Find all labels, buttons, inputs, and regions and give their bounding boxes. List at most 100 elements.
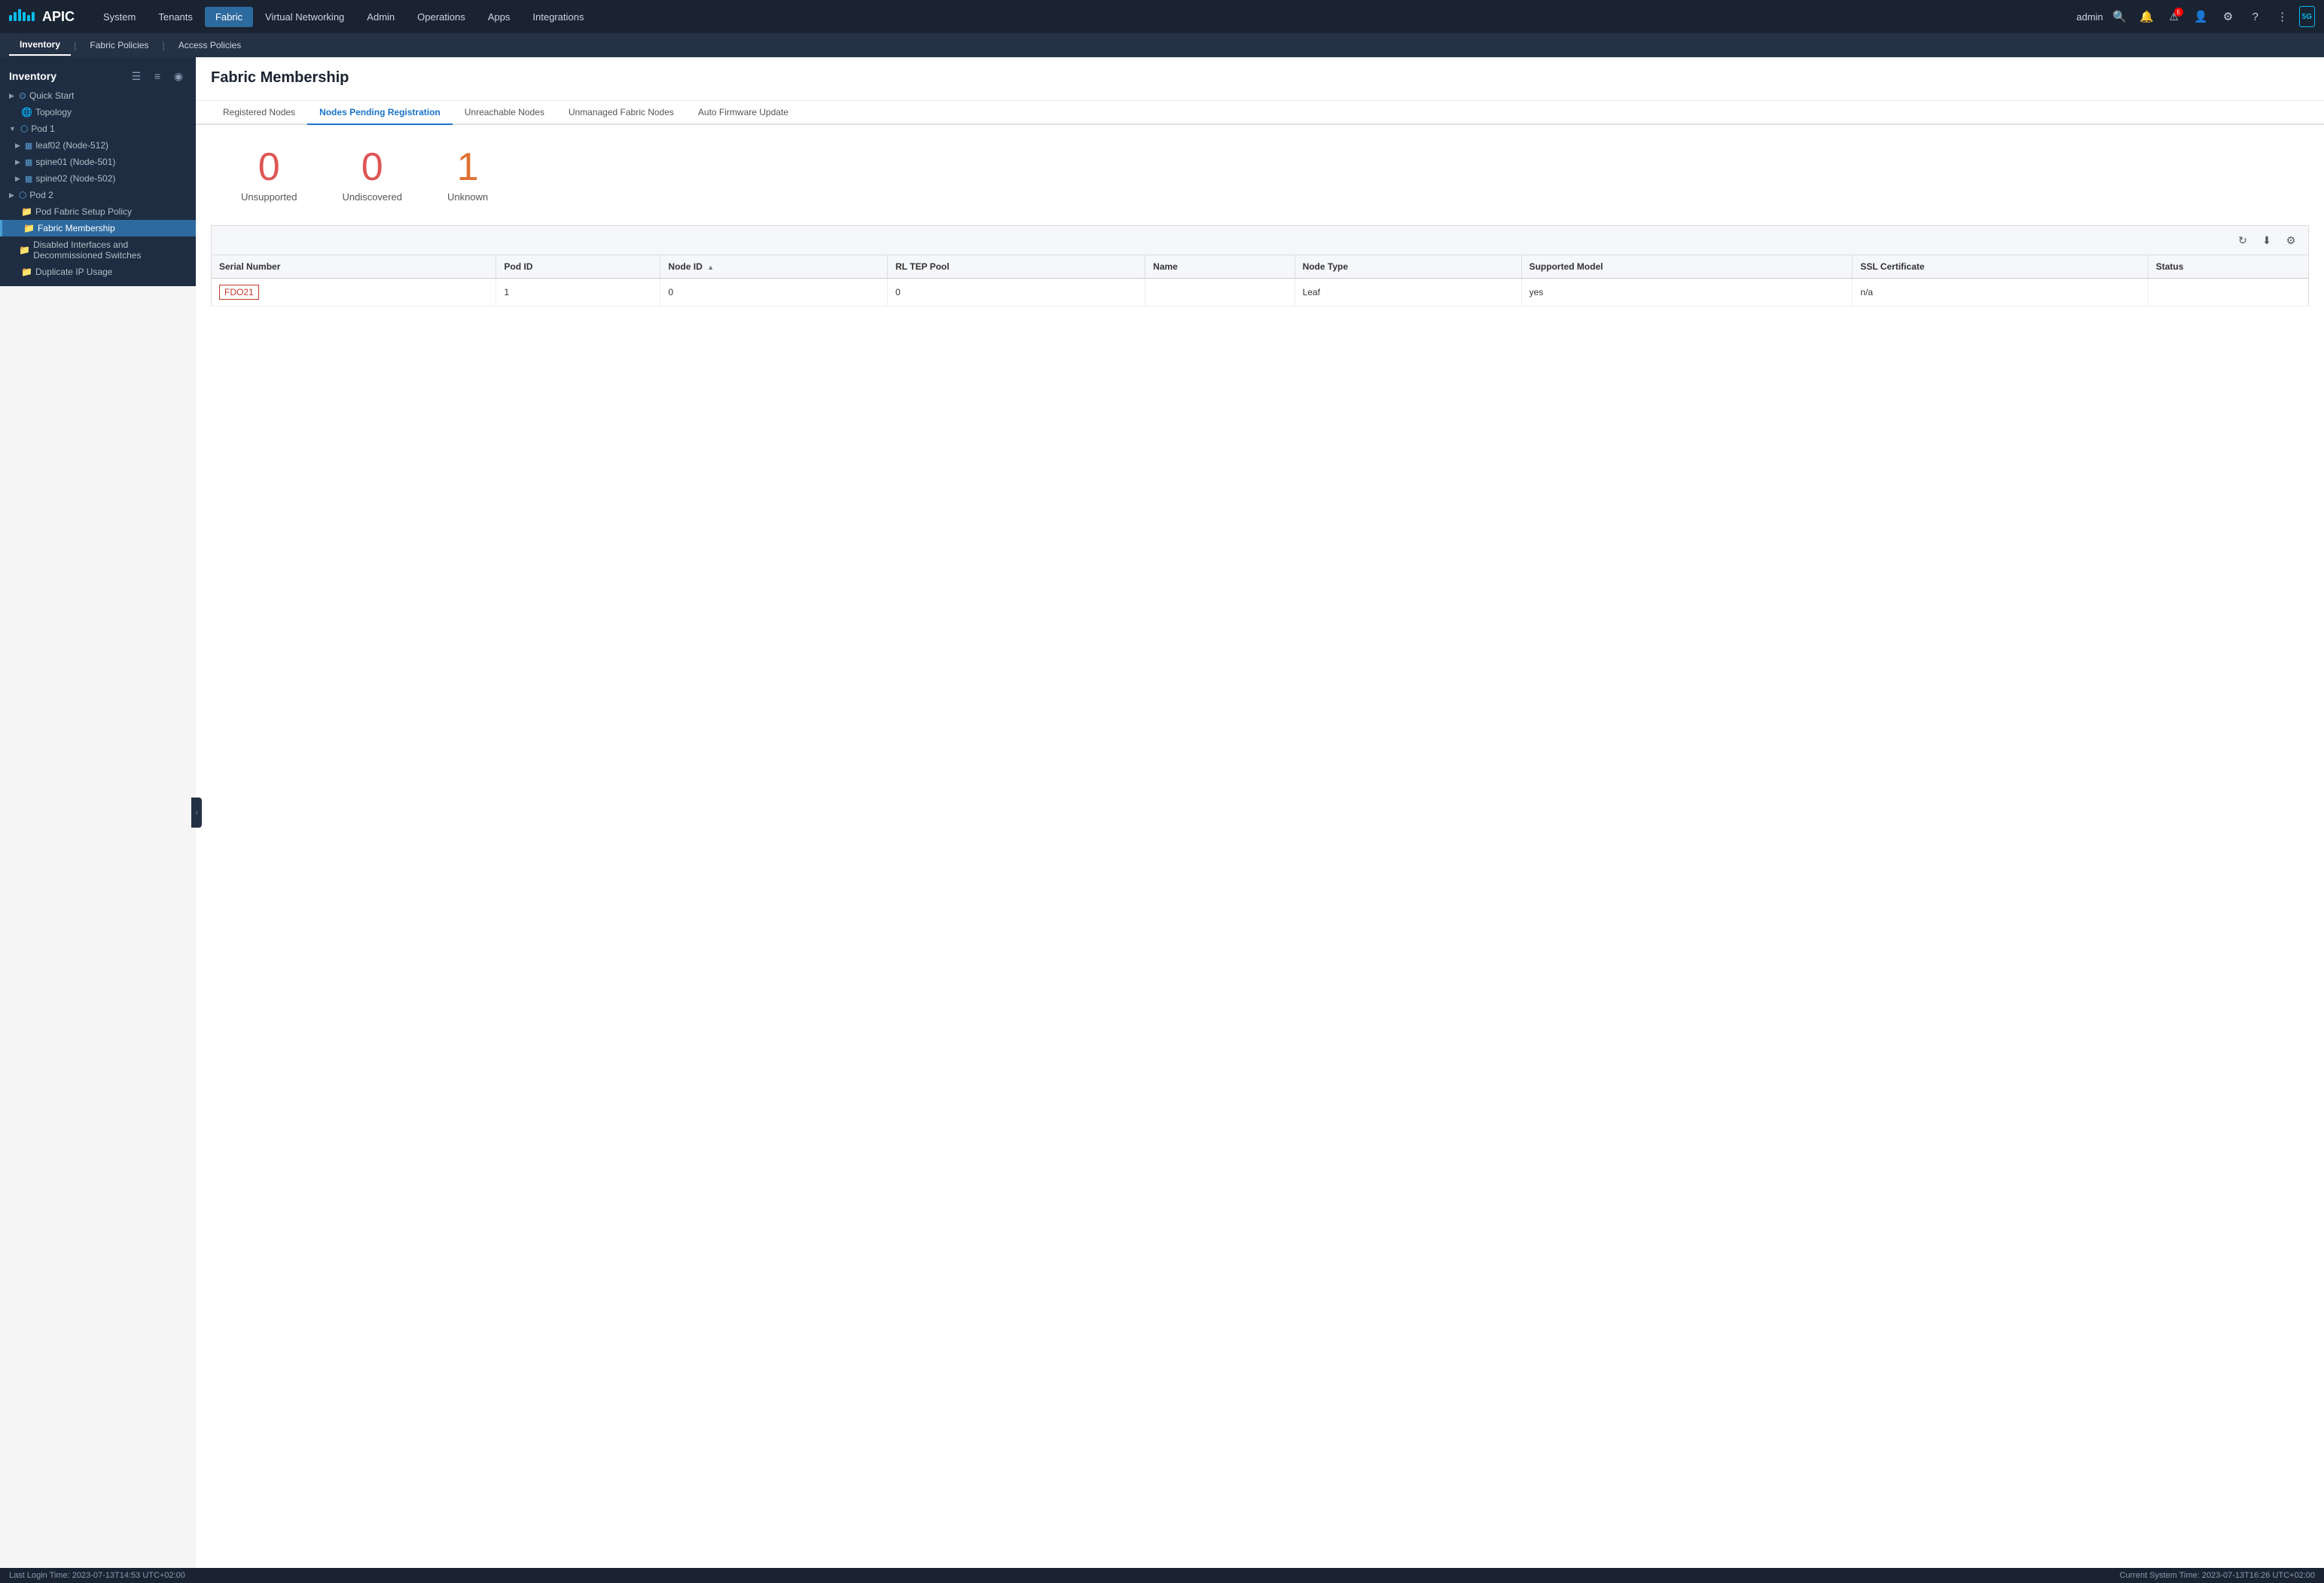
- sidebar-item-label-disabled-interfaces: Disabled Interfaces and Decommissioned S…: [33, 239, 190, 261]
- expand-arrow-spine01-icon: ▶: [15, 158, 20, 166]
- bell-icon[interactable]: 🔔: [2136, 6, 2158, 27]
- sidebar-title: Inventory: [9, 70, 56, 82]
- cell-rl-tep-pool: 0: [888, 279, 1145, 307]
- cell-node-type: Leaf: [1295, 279, 1521, 307]
- nav-apps[interactable]: Apps: [477, 7, 521, 27]
- folder-setup-icon: 📁: [21, 206, 32, 217]
- sidebar-icons: ☰ ≡ ◉: [128, 68, 187, 84]
- tab-unmanaged-fabric-nodes[interactable]: Unmanaged Fabric Nodes: [557, 101, 686, 125]
- sec-nav-fabric-policies[interactable]: Fabric Policies: [79, 35, 159, 55]
- sidebar-item-label-pod2: Pod 2: [29, 190, 53, 200]
- sidebar-item-label-pod-fabric: Pod Fabric Setup Policy: [35, 206, 132, 217]
- stat-unknown: 1 Unknown: [447, 148, 488, 203]
- brand: APIC: [9, 9, 75, 25]
- help-icon[interactable]: ?: [2245, 6, 2266, 27]
- person-icon[interactable]: 👤: [2191, 6, 2212, 27]
- nav-admin[interactable]: Admin: [356, 7, 405, 27]
- sidebar-item-pod2[interactable]: ▶ ⬡ Pod 2: [0, 187, 196, 203]
- sidebar-item-pod1[interactable]: ▼ ⬡ Pod 1: [0, 120, 196, 137]
- col-node-type[interactable]: Node Type: [1295, 255, 1521, 279]
- cisco-logo-icon: [9, 9, 36, 24]
- cell-pod-id: 1: [496, 279, 660, 307]
- sidebar-item-topology[interactable]: 🌐 Topology: [0, 104, 196, 120]
- sep2: |: [159, 40, 167, 51]
- search-icon[interactable]: 🔍: [2109, 6, 2130, 27]
- spine02-icon: ▦: [25, 174, 32, 184]
- sidebar-icon-refresh[interactable]: ◉: [170, 68, 187, 84]
- grid-icon[interactable]: ⋮: [2272, 6, 2293, 27]
- settings-icon[interactable]: ⚙: [2218, 6, 2239, 27]
- col-node-id[interactable]: Node ID ▲: [660, 255, 888, 279]
- cell-name: [1145, 279, 1295, 307]
- settings-button[interactable]: ⚙: [2281, 230, 2301, 250]
- nav-fabric[interactable]: Fabric: [205, 7, 253, 27]
- col-rl-tep-pool[interactable]: RL TEP Pool: [888, 255, 1145, 279]
- sidebar-item-label-topology: Topology: [35, 107, 72, 117]
- nav-integrations[interactable]: Integrations: [522, 7, 594, 27]
- col-pod-id[interactable]: Pod ID: [496, 255, 660, 279]
- nav-tenants[interactable]: Tenants: [148, 7, 203, 27]
- sidebar-item-spine01[interactable]: ▶ ▦ spine01 (Node-501): [0, 154, 196, 170]
- expand-arrow-spine02-icon: ▶: [15, 175, 20, 183]
- sidebar-item-fabric-membership[interactable]: 📁 Fabric Membership: [0, 220, 196, 236]
- sidebar-icon-columns[interactable]: ≡: [149, 68, 166, 84]
- sidebar-item-label-duplicate-ip: Duplicate IP Usage: [35, 267, 113, 277]
- cell-supported-model: yes: [1521, 279, 1853, 307]
- stat-undiscovered-value: 0: [361, 148, 383, 187]
- sidebar-collapse-handle[interactable]: ‹: [191, 798, 202, 828]
- content-area: Fabric Membership Registered Nodes Nodes…: [196, 57, 2324, 1568]
- sidebar-item-pod-fabric-setup-policy[interactable]: 📁 Pod Fabric Setup Policy: [0, 203, 196, 220]
- expand-arrow-pod1-icon: ▼: [9, 125, 16, 133]
- stat-unsupported-value: 0: [258, 148, 280, 187]
- sort-arrow-node-id: ▲: [707, 264, 714, 271]
- top-nav-items: System Tenants Fabric Virtual Networking…: [93, 7, 2076, 27]
- col-serial-number[interactable]: Serial Number: [212, 255, 496, 279]
- five-g-icon[interactable]: 5G: [2299, 6, 2315, 27]
- sidebar-item-label-spine02: spine02 (Node-502): [35, 173, 115, 184]
- sidebar-item-leaf02[interactable]: ▶ ▦ leaf02 (Node-512): [0, 137, 196, 154]
- sidebar-item-quick-start[interactable]: ▶ ⊙ Quick Start: [0, 87, 196, 104]
- col-supported-model[interactable]: Supported Model: [1521, 255, 1853, 279]
- cell-status: [2148, 279, 2308, 307]
- page-header: Fabric Membership: [196, 57, 2324, 101]
- sec-nav-inventory[interactable]: Inventory: [9, 35, 71, 56]
- stat-unknown-value: 1: [457, 148, 479, 187]
- tab-nodes-pending[interactable]: Nodes Pending Registration: [307, 101, 453, 125]
- col-name[interactable]: Name: [1145, 255, 1295, 279]
- sidebar-header: Inventory ☰ ≡ ◉: [0, 63, 196, 87]
- sidebar-item-duplicate-ip[interactable]: 📁 Duplicate IP Usage: [0, 264, 196, 280]
- sidebar-icon-list[interactable]: ☰: [128, 68, 145, 84]
- stat-undiscovered-label: Undiscovered: [342, 191, 402, 203]
- serial-number-link[interactable]: FDO21: [219, 285, 259, 300]
- download-button[interactable]: ⬇: [2257, 230, 2277, 250]
- cell-ssl-certificate: n/a: [1853, 279, 2148, 307]
- nav-virtual-networking[interactable]: Virtual Networking: [255, 7, 355, 27]
- nav-system[interactable]: System: [93, 7, 146, 27]
- refresh-button[interactable]: ↻: [2233, 230, 2252, 250]
- tab-unreachable-nodes[interactable]: Unreachable Nodes: [453, 101, 557, 125]
- tab-registered-nodes[interactable]: Registered Nodes: [211, 101, 307, 125]
- sec-nav-access-policies[interactable]: Access Policies: [168, 35, 252, 55]
- table-row: FDO21 1 0 0 Leaf yes n/a: [212, 279, 2309, 307]
- topology-icon: 🌐: [21, 107, 32, 117]
- tab-auto-firmware[interactable]: Auto Firmware Update: [686, 101, 801, 125]
- alert-icon[interactable]: ⚠ 5: [2164, 6, 2185, 27]
- data-table: Serial Number Pod ID Node ID ▲ RL TEP Po…: [211, 255, 2309, 307]
- col-status[interactable]: Status: [2148, 255, 2308, 279]
- stat-undiscovered: 0 Undiscovered: [342, 148, 402, 203]
- pod2-icon: ⬡: [19, 190, 26, 200]
- sidebar-item-label-pod1: Pod 1: [31, 124, 54, 134]
- nav-operations[interactable]: Operations: [407, 7, 476, 27]
- cell-serial-number[interactable]: FDO21: [212, 279, 496, 307]
- col-ssl-certificate[interactable]: SSL Certificate: [1853, 255, 2148, 279]
- main-layout: Inventory ☰ ≡ ◉ ▶ ⊙ Quick Start 🌐 Topolo…: [0, 57, 2324, 1568]
- table-section: ↻ ⬇ ⚙ Serial Number Pod ID Node ID ▲ RL …: [196, 225, 2324, 1568]
- sidebar-item-spine02[interactable]: ▶ ▦ spine02 (Node-502): [0, 170, 196, 187]
- stats-row: 0 Unsupported 0 Undiscovered 1 Unknown: [196, 125, 2324, 225]
- top-navbar: APIC System Tenants Fabric Virtual Netwo…: [0, 0, 2324, 33]
- sidebar-item-disabled-interfaces[interactable]: 📁 Disabled Interfaces and Decommissioned…: [0, 236, 196, 264]
- sidebar-item-label-spine01: spine01 (Node-501): [35, 157, 115, 167]
- stat-unsupported: 0 Unsupported: [241, 148, 297, 203]
- last-login-text: Last Login Time: 2023-07-13T14:53 UTC+02…: [9, 1571, 185, 1580]
- table-toolbar: ↻ ⬇ ⚙: [211, 225, 2309, 255]
